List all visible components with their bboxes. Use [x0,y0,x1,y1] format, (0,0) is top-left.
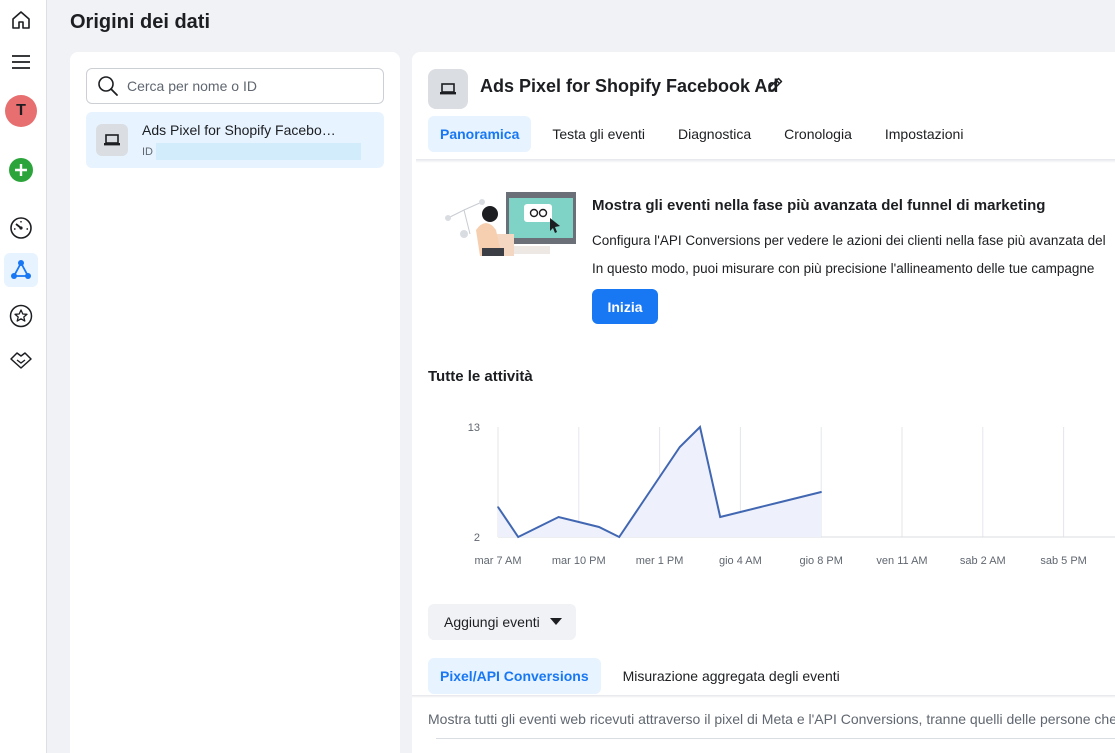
chart-x-tick-label: ven 11 AM [876,555,927,567]
search-icon [98,76,118,96]
tab-impostazioni[interactable]: Impostazioni [873,116,976,152]
avatar[interactable]: T [4,94,38,128]
chart-x-tick-label: mar 10 PM [552,555,606,567]
tab-diagnostica[interactable]: Diagnostica [666,116,763,152]
add-events-label: Aggiungi eventi [444,614,540,630]
chart-point [658,476,661,478]
chart-point [537,526,540,528]
tab-panoramica[interactable]: Panoramica [428,116,532,152]
home-icon[interactable] [4,3,38,37]
tab-cronologia[interactable]: Cronologia [772,116,864,152]
chart-point [719,516,721,518]
activity-chart: 13 2 mar 7 AM mar 10 PM mer 1 PM gio 4 AM gio … [468,422,1115,567]
page-title: Origini dei dati [70,11,211,33]
table-top-rule [436,738,1115,739]
chart-point [517,536,519,538]
data-source-id-label: ID [142,146,153,158]
chart-point [780,501,782,503]
dashboard-gauge-icon[interactable] [4,211,38,245]
promo-illustration [445,192,576,256]
events-description: Mostra tutti gli eventi web ricevuti att… [428,711,1115,727]
chart-point [497,506,499,508]
data-source-detail-panel: Ads Pixel for Shopify Facebook Ad Panora… [412,52,1115,753]
detail-tabs: Panoramica Testa gli eventi Diagnostica … [428,116,984,152]
data-source-item[interactable]: Ads Pixel for Shopify Facebo… ID [86,112,384,168]
chart-point [739,511,742,513]
chart-point [618,536,620,538]
chart-x-tick-label: mer 1 PM [636,555,684,567]
chart-point [557,516,560,518]
tab-testa-gli-eventi[interactable]: Testa gli eventi [540,116,657,152]
chart-point [820,491,822,493]
chart-point [679,446,681,448]
data-source-name: Ads Pixel for Shopify Facebo… [142,122,336,138]
promo-title: Mostra gli eventi nella fase più avanzat… [592,197,1046,214]
pencil-edit-icon[interactable] [766,76,784,99]
promo-description-line-1: Configura l'API Conversions per vedere l… [592,233,1106,248]
chart-point [699,426,701,428]
avatar-letter: T [5,95,37,127]
chart-x-tick-label: mar 7 AM [474,555,521,567]
partner-handshake-icon[interactable] [4,343,38,377]
menu-icon[interactable] [4,45,38,79]
data-sources-list-panel: Ads Pixel for Shopify Facebo… ID [70,52,400,753]
chart-x-tick-label: gio 4 AM [719,555,762,567]
start-button[interactable]: Inizia [592,289,658,324]
chart-point [598,526,600,528]
activity-section-title: Tutte le attività [428,368,533,385]
promo-description-line-2: In questo modo, puoi misurare con più pr… [592,261,1095,276]
pixel-title: Ads Pixel for Shopify Facebook Ad [480,76,779,96]
chart-point [800,496,802,498]
left-rail: T [0,0,47,753]
data-source-id-redacted [156,143,361,160]
chart-x-tick-label: gio 8 PM [799,555,842,567]
chart-y-tick-label: 13 [468,422,480,434]
search-input[interactable] [127,78,377,94]
data-sources-icon[interactable] [4,253,38,287]
tab-misurazione-aggregata[interactable]: Misurazione aggregata degli eventi [611,658,852,694]
caret-down-icon [550,618,562,625]
chart-x-tick-label: sab 5 PM [1040,555,1086,567]
chart-x-tick-label: sab 2 AM [960,555,1006,567]
event-subtabs: Pixel/API Conversions Misurazione aggreg… [428,658,862,694]
chart-point [759,506,762,508]
tabs-divider [416,159,1115,163]
star-icon[interactable] [4,299,38,333]
add-events-dropdown[interactable]: Aggiungi eventi [428,604,576,640]
chart-point [638,506,641,508]
chart-point [578,521,580,523]
search-box[interactable] [86,68,384,104]
add-circle-icon[interactable] [4,153,38,187]
tab-pixel-api-conversions[interactable]: Pixel/API Conversions [428,658,601,694]
computer-icon [428,69,468,109]
computer-icon [96,124,128,156]
chart-y-tick-label: 2 [474,532,480,544]
subtabs-divider [412,695,1115,698]
